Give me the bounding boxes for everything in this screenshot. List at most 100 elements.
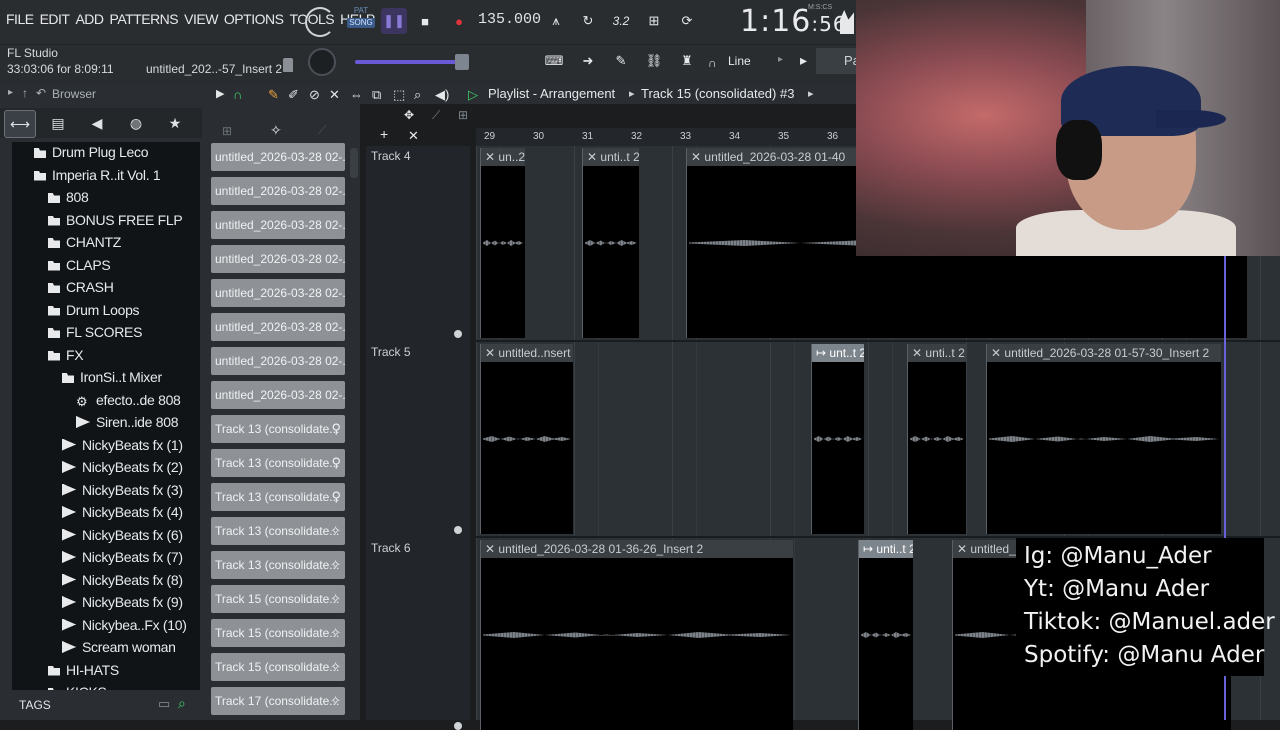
audio-clip-label[interactable]: ✕ unti..t 2 <box>583 148 639 166</box>
audio-clip-label[interactable]: ✕ untitled_2026-03-28 01-36-26_Insert 2 <box>481 540 793 558</box>
browser-item[interactable]: NickyBeats fx (4) <box>62 502 183 523</box>
breadcrumb-arrow-icon[interactable]: ▸ <box>808 87 814 100</box>
track-enable-led[interactable] <box>454 330 462 338</box>
clip-source-item[interactable]: untitled_2026-03-28 02-... <box>211 211 345 239</box>
piano-roll-icon[interactable]: ⌨ <box>541 48 567 74</box>
picker-patterns-icon[interactable]: ⊞ <box>222 124 232 138</box>
slider-handle[interactable] <box>455 54 469 70</box>
audio-clip[interactable]: ✕ untitled_2026-03-28 01-36-26_Insert 2 <box>480 540 793 730</box>
track-name[interactable]: Track 4 <box>371 149 411 163</box>
menu-add[interactable]: ADD <box>75 11 104 27</box>
picker-scrollbar[interactable] <box>350 148 358 178</box>
audio-clip-label[interactable]: ✕ untitled_2026-03-28 01-57-30_Insert 2 <box>987 344 1221 362</box>
add-track-icon[interactable]: + <box>380 126 388 142</box>
browser-item[interactable]: NickyBeats fx (3) <box>62 480 183 501</box>
draw-tool-icon[interactable]: ✎ <box>268 87 279 103</box>
record-button[interactable]: ● <box>446 8 472 34</box>
browser-item[interactable]: 808 <box>48 187 89 208</box>
audio-clip[interactable]: ✕ untitled..nsert 2 <box>480 344 573 534</box>
clip-source-item[interactable]: Track 15 (consolidate... ✧ <box>211 585 345 613</box>
folder-icon[interactable]: ▭ <box>158 696 170 712</box>
metronome-icon[interactable]: ⩚ <box>543 8 569 34</box>
typing-keyboard-icon[interactable]: ⊞ <box>641 8 667 34</box>
mute-tool-icon[interactable]: ✕ <box>329 87 340 103</box>
mixer-icon[interactable]: ♜ <box>674 48 700 74</box>
clip-source-item[interactable]: Track 15 (consolidate... ✧ <box>211 619 345 647</box>
menu-view[interactable]: VIEW <box>184 11 218 27</box>
clip-source-item[interactable]: Track 13 (consolidate... ⚲ <box>211 483 345 511</box>
audio-clip[interactable]: ↦ unt..t 2 <box>811 344 864 534</box>
slip-tool-icon[interactable]: ⇔ <box>350 87 363 102</box>
audio-clip[interactable]: ✕ unti..t 2 <box>582 148 639 338</box>
zoom-tool-icon[interactable]: ⌕ <box>414 87 421 103</box>
selected-track[interactable]: Track 15 (consolidated) #3 <box>641 86 794 101</box>
clip-source-item[interactable]: Track 13 (consolidate... ⚲ <box>211 415 345 443</box>
browser-item[interactable]: Scream woman <box>62 637 176 658</box>
clip-source-item[interactable]: untitled_2026-03-28 02-... <box>211 177 345 205</box>
audio-clip[interactable]: ✕ untitled_2026-03-28 01-57-30_Insert 2 <box>986 344 1221 534</box>
clip-source-item[interactable]: Track 15 (consolidate... ✧ <box>211 653 345 681</box>
master-volume-knob-icon[interactable] <box>305 7 335 37</box>
tab-plugins-icon[interactable]: ◀ <box>82 110 112 136</box>
next-arrow-icon[interactable]: ▸ <box>800 52 807 69</box>
browser-item[interactable]: NickyBeats fx (8) <box>62 570 183 591</box>
browser-item[interactable]: NickyBeats fx (1) <box>62 435 183 456</box>
remove-track-icon[interactable]: ✕ <box>408 128 419 144</box>
up-arrow-icon[interactable]: ↑ <box>22 86 28 100</box>
audio-clip[interactable]: ✕ unti..t 2 <box>907 344 966 534</box>
snap-arrow-icon[interactable]: ▸ <box>778 54 783 65</box>
master-volume-slider[interactable] <box>355 60 465 64</box>
browser-item[interactable]: HI-HATS <box>48 660 119 681</box>
browser-item[interactable]: CRASH <box>48 277 114 298</box>
browser-item[interactable]: ⚙ efecto..de 808 <box>76 390 181 411</box>
clip-source-item[interactable]: untitled_2026-03-28 02-... <box>211 347 345 375</box>
browser-item[interactable]: NickyBeats fx (7) <box>62 547 183 568</box>
snap-selector[interactable]: Line <box>728 54 751 68</box>
tab-all-icon[interactable]: ⟷ <box>4 110 36 138</box>
audio-clip-label[interactable]: ↦ unt..t 2 <box>812 344 864 362</box>
expand-icon[interactable]: ▸ <box>8 87 13 98</box>
playback-tool-icon[interactable]: ◀) <box>435 87 449 103</box>
audio-clip-label[interactable]: ✕ un..2 <box>481 148 525 166</box>
paint-tool-icon[interactable]: ✐ <box>288 87 299 103</box>
move-icon[interactable]: ✥ <box>404 108 414 122</box>
pattern-selector[interactable]: Pa <box>816 48 860 74</box>
blend-notes-icon[interactable]: ⟳ <box>674 8 700 34</box>
browser-item[interactable]: NickyBeats fx (9) <box>62 592 183 613</box>
stop-button[interactable]: ■ <box>412 8 438 34</box>
audio-clip[interactable]: ✕ un..2 <box>480 148 525 338</box>
track-enable-led[interactable] <box>454 722 462 730</box>
browser-item[interactable]: Siren..ide 808 <box>76 412 179 433</box>
browser-item[interactable]: Drum Plug Leco <box>34 142 148 163</box>
browser-item[interactable]: FL SCORES <box>48 322 142 343</box>
select-tool-icon[interactable]: ⬚ <box>393 87 405 103</box>
browser-item[interactable]: BONUS FREE FLP <box>48 210 183 231</box>
slice-tool-icon[interactable]: ⧉ <box>372 87 381 103</box>
link-icon[interactable]: ⛓ <box>641 48 667 74</box>
track-name[interactable]: Track 6 <box>371 541 411 555</box>
loop-record-icon[interactable]: ↻ <box>575 8 601 34</box>
clip-source-item[interactable]: untitled_2026-03-28 02-... <box>211 381 345 409</box>
pause-button[interactable]: ❚❚ <box>381 8 407 34</box>
link-tracks-icon[interactable]: ⟋ <box>432 108 440 123</box>
clip-source-item[interactable]: Track 13 (consolidate... ⚲ <box>211 449 345 477</box>
browser-item[interactable]: Nickybea..Fx (10) <box>62 615 187 636</box>
tempo-display[interactable]: 135.000 <box>478 11 541 28</box>
delete-tool-icon[interactable]: ⊘ <box>309 87 320 103</box>
clip-source-item[interactable]: untitled_2026-03-28 02-... <box>211 279 345 307</box>
browser-item[interactable]: NickyBeats fx (6) <box>62 525 183 546</box>
picker-audio-icon[interactable]: ✧ <box>270 122 282 139</box>
clip-source-item[interactable]: Track 13 (consolidate... ✧ <box>211 517 345 545</box>
pat-song-toggle[interactable]: PAT SONG <box>347 6 375 34</box>
audio-clip-label[interactable]: ✕ unti..t 2 <box>908 344 966 362</box>
track-enable-led[interactable] <box>454 526 462 534</box>
master-pitch-knob-icon[interactable] <box>308 48 336 76</box>
audio-clip-label[interactable]: ✕ untitled..nsert 2 <box>481 344 573 362</box>
tab-project-icon[interactable]: ▤ <box>43 110 73 136</box>
grid-icon[interactable]: ⊞ <box>458 108 468 122</box>
audio-clip-label[interactable]: ↦ unti..t 2 <box>859 540 913 558</box>
play-pattern-icon[interactable]: ▷ <box>468 87 478 103</box>
arrow-right-icon[interactable]: ➜ <box>575 48 601 74</box>
play-arrow-icon[interactable]: ▶ <box>216 87 224 100</box>
browser-item[interactable]: Drum Loops <box>48 300 140 321</box>
